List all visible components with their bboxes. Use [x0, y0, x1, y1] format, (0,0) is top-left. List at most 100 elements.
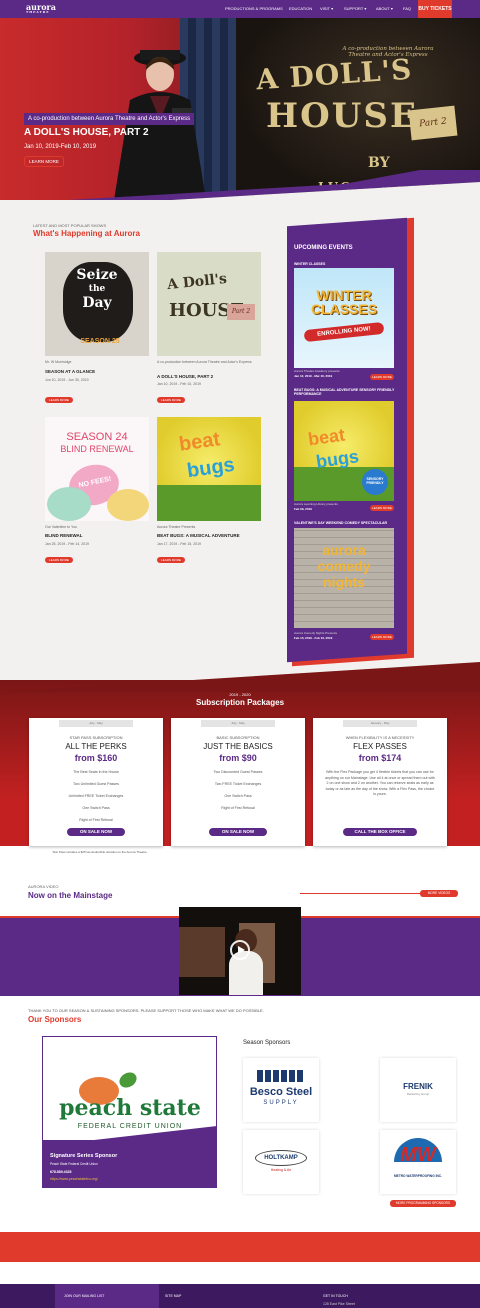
chevron-down-icon: ▾: [364, 6, 367, 11]
event-category: VALENTINE'S DAY WEEKEND COMEDY SPECTACUL…: [294, 521, 388, 525]
chevron-down-icon: ▾: [390, 6, 393, 11]
card-art-line1: A Doll's: [166, 270, 228, 294]
card-learn-more-button[interactable]: LEARN MORE: [45, 557, 73, 563]
card-title[interactable]: A DOLL'S HOUSE, PART 2: [157, 374, 213, 379]
card-art-line1: Seize: [76, 267, 118, 283]
card-art-line2: BLIND RENEWAL: [60, 444, 134, 454]
package-feature: The Best Seats in the House: [73, 770, 119, 774]
package-feature: Two Discounted Guest Passes: [213, 770, 263, 774]
aurora-logo[interactable]: aurora THEATRE: [26, 3, 56, 16]
nav-faq[interactable]: FAQ: [403, 0, 411, 18]
event-art-line3: ENROLLING NOW!: [303, 321, 385, 343]
hero-learn-more-button[interactable]: LEARN MORE: [24, 156, 64, 167]
card-learn-more-button[interactable]: LEARN MORE: [45, 397, 73, 403]
event-art-line2: CLASSES: [310, 301, 378, 317]
nav-about[interactable]: ABOUT ▾: [376, 0, 393, 18]
event-learn-more-button[interactable]: LEARN MORE: [370, 634, 394, 640]
play-icon[interactable]: [230, 940, 250, 960]
sponsor-name: HOLTKAMP: [255, 1150, 307, 1166]
footer-gap: [0, 1262, 480, 1284]
more-sponsors-button[interactable]: MORE PROGRAMMING SPONSORS: [390, 1200, 456, 1207]
buy-tickets-button[interactable]: BUY TICKETS: [418, 0, 452, 18]
package-feature: Unlimited FREE Ticket Exchanges: [68, 794, 124, 798]
card-art-line2: bugs: [185, 453, 237, 483]
subscriptions-kicker: 2019 - 2020: [229, 692, 251, 697]
event-image-comedy-nights[interactable]: aurora comedy nights: [294, 528, 394, 628]
signature-sponsor-phone: 678.889.4328: [50, 1170, 72, 1174]
package-card-just-the-basics: July - May BASIC SUBSCRIPTION JUST THE B…: [171, 718, 305, 846]
video-player[interactable]: [179, 907, 301, 995]
chevron-down-icon: ▾: [331, 6, 334, 11]
card-image-beat-bugs[interactable]: beat bugs: [157, 417, 261, 521]
video-title: Now on the Mainstage: [28, 891, 113, 900]
event-learn-more-button[interactable]: LEARN MORE: [370, 505, 394, 511]
on-sale-now-button[interactable]: ON SALE NOW: [209, 828, 267, 836]
package-price: from $160: [74, 753, 118, 763]
footer-address: 128 East Pike Street: [323, 1302, 355, 1306]
card-image-season[interactable]: Seize the Day SEASON 25: [45, 252, 149, 356]
sponsor-sub: METRO WATERPROOFING INC.: [394, 1174, 442, 1178]
event-art-line3: SENSORY FRIENDLY: [362, 469, 388, 495]
nav-visit[interactable]: VISIT ▾: [320, 0, 333, 18]
signature-sponsor-label: Signature Series Sponsor: [50, 1153, 118, 1159]
top-navigation: aurora THEATRE PRODUCTIONS & PROGRAMS EDU…: [0, 0, 480, 18]
package-name: FLEX PASSES: [353, 742, 407, 751]
package-kicker: WHEN FLEXIBILITY IS A NECESSITY: [345, 735, 415, 740]
event-art-line1: aurora: [322, 542, 366, 558]
sponsor-name: FRENIK: [403, 1082, 433, 1091]
hero-kicker: A co-production between Aurora Theatre a…: [24, 113, 195, 125]
signature-sponsor-url[interactable]: https://www.peachstatefcu.org/: [50, 1177, 98, 1181]
package-season-tab: January - May: [343, 720, 417, 727]
package-name: ALL THE PERKS: [65, 742, 127, 751]
card-art-line2: the: [88, 284, 106, 294]
card-caption: Aurora Theatre Presents: [157, 525, 196, 529]
card-date: Jun 10, 2019 - Jun 30, 2019: [45, 378, 89, 382]
sponsor-sub: Heating & Air: [270, 1168, 292, 1172]
on-sale-now-button[interactable]: ON SALE NOW: [67, 828, 125, 836]
sponsor-tile-metro-waterproofing[interactable]: MW METRO WATERPROOFING INC.: [380, 1130, 456, 1194]
event-date: Jan 12, 2019 - Mar 16, 2019: [294, 374, 333, 378]
sponsor-name: Besco Steel: [249, 1086, 313, 1098]
section-divider-swoosh: [0, 662, 480, 692]
video-divider-line: [300, 893, 420, 894]
card-title[interactable]: SEASON AT A GLANCE: [45, 369, 95, 374]
footer-mailing-list[interactable]: JOIN OUR MAILING LIST: [64, 1294, 104, 1298]
hero-title: A DOLL'S HOUSE, PART 2: [24, 127, 149, 138]
package-kicker: BASIC SUBSCRIPTION: [216, 735, 260, 740]
subscriptions-note: Star Pass includes a $25 tax-deductible …: [52, 850, 148, 854]
event-image-beat-bugs[interactable]: beat bugs SENSORY FRIENDLY: [294, 401, 394, 501]
nav-support-label: SUPPORT: [344, 6, 364, 11]
card-title[interactable]: BLIND RENEWAL: [45, 533, 83, 538]
card-image-dolls-house[interactable]: A Doll's HOUSE Part 2: [157, 252, 261, 356]
nav-support[interactable]: SUPPORT ▾: [344, 0, 366, 18]
event-date: Feb 15, 2019 - Feb 16, 2019: [294, 636, 333, 640]
card-art-line1: SEASON 24: [66, 431, 128, 443]
video-kicker: AURORA VIDEO: [28, 884, 59, 889]
hero-dates: Jan 10, 2019-Feb 10, 2019: [24, 144, 97, 150]
call-box-office-button[interactable]: CALL THE BOX OFFICE: [343, 828, 417, 836]
more-videos-button[interactable]: MORE VIDEOS: [420, 890, 458, 897]
poster-part-badge: Part 2: [408, 105, 458, 141]
card-learn-more-button[interactable]: LEARN MORE: [157, 397, 185, 403]
card-date: Jan 17, 2019 - Feb 15, 2019: [157, 542, 201, 546]
footer-site-map[interactable]: SITE MAP: [165, 1294, 181, 1298]
event-category: BEAT BUGS: A MUSICAL ADVENTURE SENSORY F…: [294, 388, 395, 396]
sponsor-tile-frenik[interactable]: FRENIK Marketing Group: [380, 1058, 456, 1122]
sponsor-tile-holtkamp[interactable]: HOLTKAMP Heating & Air: [243, 1130, 319, 1194]
event-learn-more-button[interactable]: LEARN MORE: [370, 374, 394, 380]
sponsor-tile-besco-steel[interactable]: Besco Steel SUPPLY: [243, 1058, 319, 1122]
event-art-line1: WINTER: [316, 287, 372, 303]
event-art-line2: comedy: [317, 558, 371, 574]
card-learn-more-button[interactable]: LEARN MORE: [157, 557, 185, 563]
package-kicker: STAR PASS SUBSCRIPTION: [69, 735, 123, 740]
package-feature: One Switch Pass: [82, 806, 110, 810]
footer-get-in-touch: GET IN TOUCH: [323, 1294, 348, 1298]
card-image-blind-renewal[interactable]: SEASON 24 BLIND RENEWAL NO FEES!: [45, 417, 149, 521]
nav-education[interactable]: EDUCATION: [289, 0, 312, 18]
card-title[interactable]: BEAT BUGS: A MUSICAL ADVENTURE: [157, 533, 240, 538]
nav-productions[interactable]: PRODUCTIONS & PROGRAMS: [225, 0, 283, 18]
event-image-winter-classes[interactable]: WINTER CLASSES ENROLLING NOW!: [294, 268, 394, 368]
package-feature: Two FREE Ticket Exchanges: [214, 782, 262, 786]
package-season-tab: July - May: [201, 720, 275, 727]
hero-banner: A co-production between Aurora Theatre a…: [0, 0, 480, 200]
